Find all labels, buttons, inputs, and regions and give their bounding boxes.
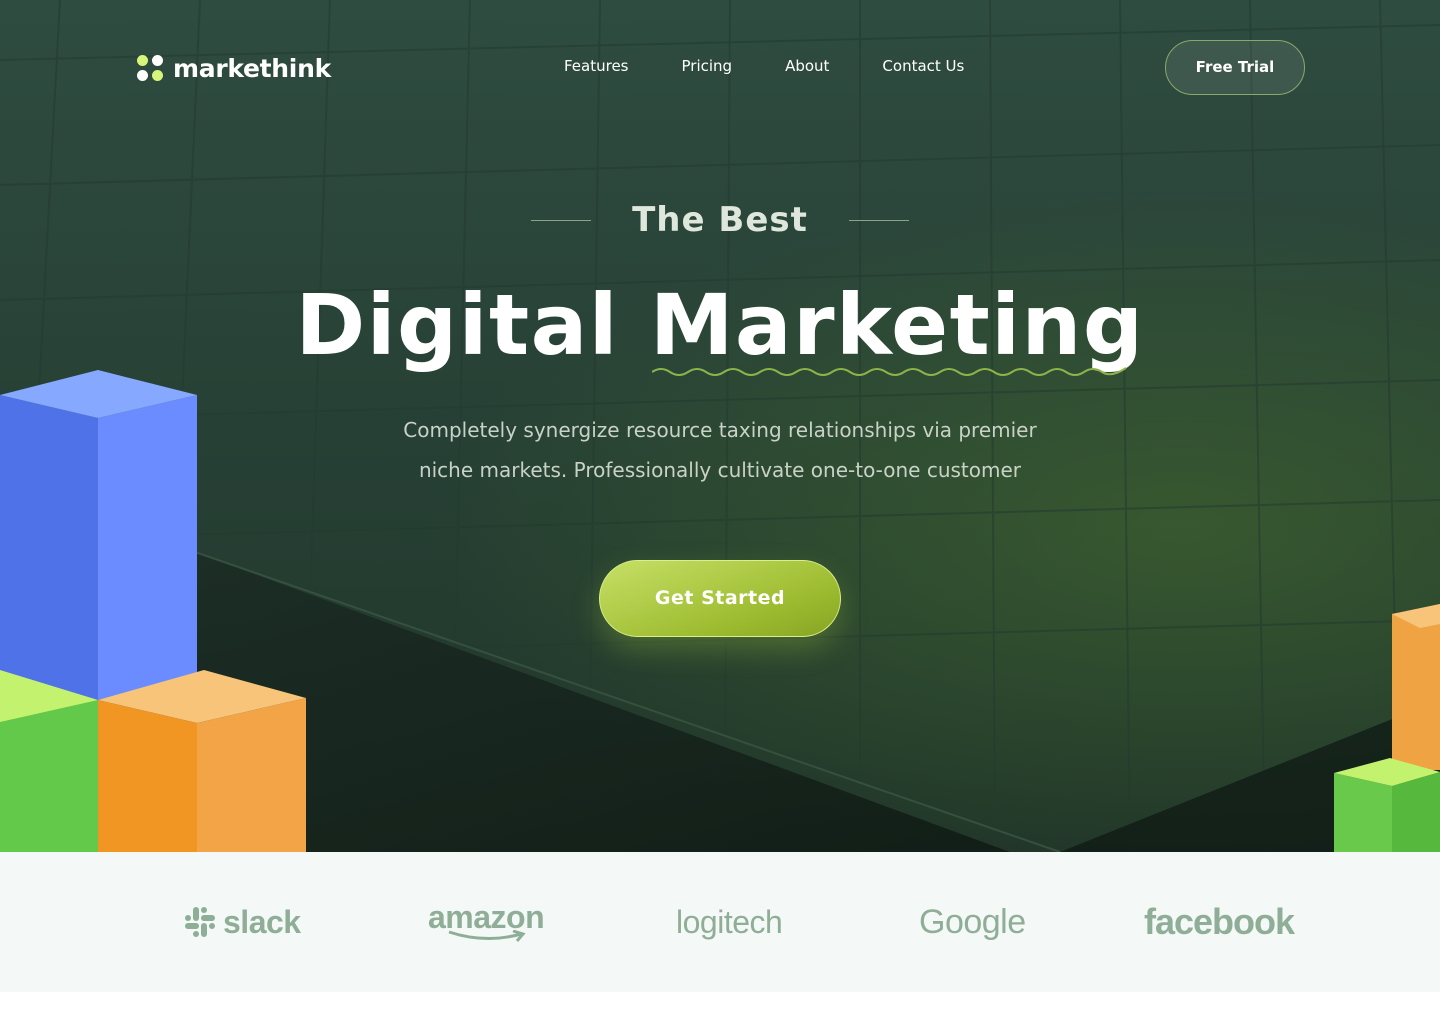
nav-link-about[interactable]: About bbox=[785, 57, 829, 75]
hero-eyebrow: The Best bbox=[632, 200, 808, 240]
hero-subtext: Completely synergize resource taxing rel… bbox=[370, 410, 1070, 490]
nav-link-contact[interactable]: Contact Us bbox=[882, 57, 964, 75]
free-trial-button[interactable]: Free Trial bbox=[1165, 40, 1305, 95]
partner-logo-amazon: amazon bbox=[428, 852, 545, 992]
eyebrow-wrap: The Best bbox=[0, 200, 1440, 240]
partner-name-google: Google bbox=[919, 902, 1026, 941]
headline-wrap: Digital Marketing bbox=[0, 276, 1440, 374]
partner-logo-facebook: facebook bbox=[1144, 852, 1295, 992]
hero-headline: Digital Marketing bbox=[295, 276, 1145, 374]
partner-name-facebook: facebook bbox=[1144, 901, 1295, 942]
partner-logos-strip: slack amazon logitech Google facebook bbox=[0, 852, 1440, 992]
get-started-button[interactable]: Get Started bbox=[599, 560, 841, 637]
partner-logo-slack: slack bbox=[183, 852, 301, 992]
isometric-blocks-right-icon bbox=[1334, 604, 1440, 852]
amazon-smile-arrow-icon bbox=[448, 930, 526, 942]
hero-subtext-line-2: niche markets. Professionally cultivate … bbox=[418, 458, 1022, 482]
brand-name: markethink bbox=[173, 54, 331, 83]
nav-link-features[interactable]: Features bbox=[564, 57, 629, 75]
four-dots-logo-icon bbox=[137, 55, 164, 82]
hero-subtext-line-1: Completely synergize resource taxing rel… bbox=[403, 418, 1037, 442]
partner-name-slack: slack bbox=[223, 903, 301, 940]
slack-hash-icon bbox=[185, 907, 215, 937]
partner-logo-google: Google bbox=[919, 852, 1026, 992]
main-nav: Features Pricing About Contact Us bbox=[564, 57, 1017, 75]
squiggle-underline-icon bbox=[652, 367, 1127, 376]
partner-logo-logitech: logitech bbox=[676, 852, 783, 992]
hero-section: markethink Features Pricing About Contac… bbox=[0, 0, 1440, 852]
brand-logo[interactable]: markethink bbox=[137, 54, 331, 83]
partner-name-logitech: logitech bbox=[676, 903, 783, 940]
nav-link-pricing[interactable]: Pricing bbox=[682, 57, 733, 75]
partner-name-amazon: amazon bbox=[428, 899, 545, 935]
isometric-bar-blocks-icon bbox=[0, 370, 306, 852]
